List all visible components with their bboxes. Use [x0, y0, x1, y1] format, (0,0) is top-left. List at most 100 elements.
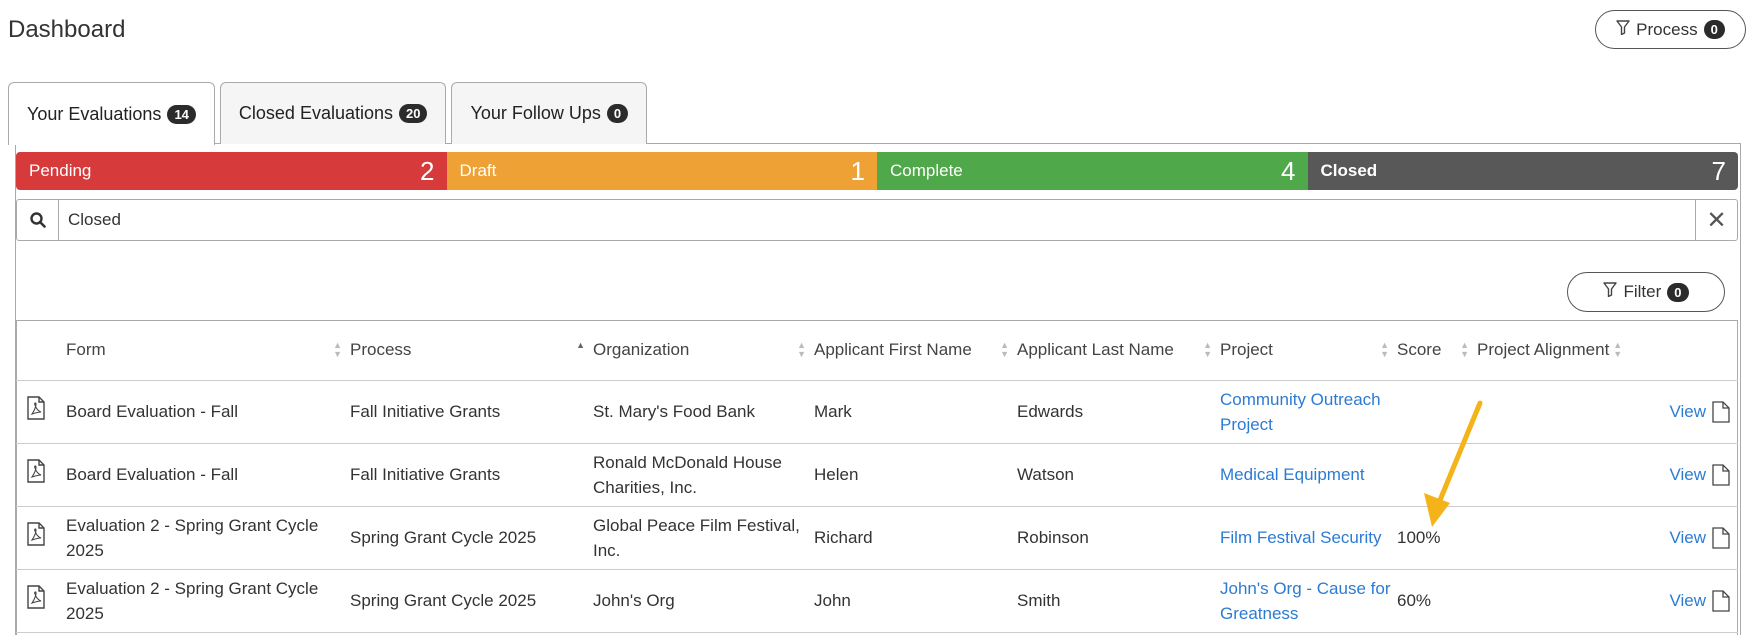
column-label: Project — [1220, 340, 1273, 360]
pdf-icon[interactable] — [16, 443, 66, 507]
page-title: Dashboard — [8, 16, 126, 43]
column-label: Applicant First Name — [814, 340, 972, 360]
column-label: Process — [350, 340, 412, 360]
status-count: 4 — [1281, 155, 1296, 186]
column-header-project[interactable]: Project ▲ ▼ — [1220, 321, 1397, 381]
column-label: Project Alignment — [1477, 340, 1610, 360]
close-icon[interactable]: ✕ — [1695, 200, 1737, 240]
column-header-applicant-last-name[interactable]: Applicant Last Name ▲ ▼ — [1017, 321, 1220, 381]
process-filter-button[interactable]: Process 0 — [1595, 10, 1746, 49]
cell-last-name: Smith — [1017, 569, 1220, 633]
sort-ascending-icon: ▲▼ — [576, 340, 585, 351]
tab-your-follow-ups[interactable]: Your Follow Ups 0 — [451, 82, 648, 144]
view-cell: View — [1637, 443, 1738, 507]
status-label: Pending — [29, 161, 92, 180]
pdf-icon[interactable] — [16, 506, 66, 570]
cell-project-alignment — [1477, 443, 1637, 507]
status-label: Complete — [890, 161, 963, 180]
pdf-icon[interactable] — [16, 569, 66, 633]
tab-count-badge: 0 — [606, 104, 629, 123]
cell-organization: St. Mary's Food Bank — [593, 380, 814, 444]
tab-bar: Your Evaluations 14 Closed Evaluations 2… — [8, 82, 652, 145]
document-icon — [1712, 463, 1730, 486]
project-link[interactable]: Community Outreach Project — [1220, 380, 1397, 444]
status-closed[interactable]: Closed 7 — [1307, 152, 1738, 190]
filter-label: Filter — [1623, 282, 1662, 301]
column-header-process[interactable]: Process ▲▼ — [350, 321, 593, 381]
cell-process: Fall Initiative Grants — [350, 443, 593, 507]
cell-organization: Ronald McDonald House Charities, Inc. — [593, 443, 814, 507]
cell-project-alignment — [1477, 380, 1637, 444]
pdf-icon[interactable] — [16, 380, 66, 444]
status-count: 2 — [420, 155, 435, 186]
column-header-score[interactable]: Score ▲ ▼ — [1397, 321, 1477, 381]
cell-last-name: Robinson — [1017, 506, 1220, 570]
funnel-icon — [1616, 19, 1630, 40]
cell-form: Evaluation 2 - Spring Grant Cycle 2025 — [66, 506, 350, 570]
view-link[interactable]: View — [1669, 588, 1730, 613]
view-label: View — [1669, 591, 1706, 610]
cell-form: Board Evaluation - Fall — [66, 380, 350, 444]
process-count-badge: 0 — [1703, 20, 1725, 39]
view-label: View — [1669, 465, 1706, 484]
status-draft[interactable]: Draft 1 — [446, 152, 877, 190]
cell-process: Spring Grant Cycle 2025 — [350, 569, 593, 633]
cell-first-name: Helen — [814, 443, 1017, 507]
view-cell: View — [1637, 569, 1738, 633]
view-link[interactable]: View — [1669, 399, 1730, 424]
project-link[interactable]: Medical Equipment — [1220, 443, 1397, 507]
column-label: Score — [1397, 340, 1442, 360]
column-header-organization[interactable]: Organization ▲ ▼ — [593, 321, 814, 381]
status-count: 1 — [850, 155, 865, 186]
status-complete[interactable]: Complete 4 — [877, 152, 1308, 190]
status-label: Closed — [1320, 161, 1378, 180]
view-label: View — [1669, 528, 1706, 547]
cell-process: Spring Grant Cycle 2025 — [350, 506, 593, 570]
annotation-arrow-icon — [1424, 400, 1483, 527]
filter-button[interactable]: Filter 0 — [1567, 272, 1725, 312]
document-icon — [1712, 400, 1730, 423]
table-row: Evaluation 2 - Spring Grant Cycle 2025 S… — [16, 569, 1738, 633]
search-input[interactable] — [59, 200, 1695, 240]
column-label: Organization — [593, 340, 690, 360]
filter-count-badge: 0 — [1667, 282, 1689, 302]
cell-last-name: Watson — [1017, 443, 1220, 507]
cell-process: Fall Initiative Grants — [350, 380, 593, 444]
cell-score: 60% — [1397, 569, 1477, 633]
process-label: Process — [1636, 19, 1698, 39]
tab-label: Your Evaluations — [27, 103, 162, 124]
status-pending[interactable]: Pending 2 — [16, 152, 447, 190]
project-link[interactable]: Film Festival Security — [1220, 506, 1397, 570]
view-link[interactable]: View — [1669, 462, 1730, 487]
cell-project-alignment — [1477, 569, 1637, 633]
cell-form: Board Evaluation - Fall — [66, 443, 350, 507]
tab-your-evaluations[interactable]: Your Evaluations 14 — [8, 82, 215, 145]
cell-first-name: John — [814, 569, 1017, 633]
search-bar: ✕ — [16, 199, 1738, 241]
cell-first-name: Richard — [814, 506, 1017, 570]
status-summary-bar: Pending 2 Draft 1 Complete 4 Closed 7 — [16, 152, 1738, 190]
sort-icon: ▲ ▼ — [797, 340, 806, 360]
cell-project-alignment — [1477, 506, 1637, 570]
column-header-applicant-first-name[interactable]: Applicant First Name ▲ ▼ — [814, 321, 1017, 381]
tab-closed-evaluations[interactable]: Closed Evaluations 20 — [219, 82, 447, 144]
sort-icon: ▲ ▼ — [1380, 340, 1389, 360]
sort-icon: ▲ ▼ — [1460, 340, 1469, 360]
column-header-project-alignment[interactable]: Project Alignment ▲ ▼ — [1477, 321, 1738, 381]
project-link[interactable]: John's Org - Cause for Greatness — [1220, 569, 1397, 633]
cell-form: Evaluation 2 - Spring Grant Cycle 2025 — [66, 569, 350, 633]
view-link[interactable]: View — [1669, 525, 1730, 550]
column-label: Applicant Last Name — [1017, 340, 1174, 360]
column-header-form[interactable]: Form ▲ ▼ — [66, 321, 350, 381]
tab-count-badge: 20 — [399, 104, 428, 123]
document-icon — [1712, 589, 1730, 612]
column-label: Form — [66, 340, 106, 360]
tab-count-badge: 14 — [167, 104, 196, 124]
cell-first-name: Mark — [814, 380, 1017, 444]
cell-last-name: Edwards — [1017, 380, 1220, 444]
header-icon-column — [16, 321, 66, 381]
view-cell: View — [1637, 506, 1738, 570]
status-label: Draft — [459, 161, 497, 180]
tab-label: Your Follow Ups — [470, 103, 601, 123]
table-header-row: Form ▲▼ Process ▲▼ Organization ▲▼ Applican… — [16, 321, 1738, 381]
